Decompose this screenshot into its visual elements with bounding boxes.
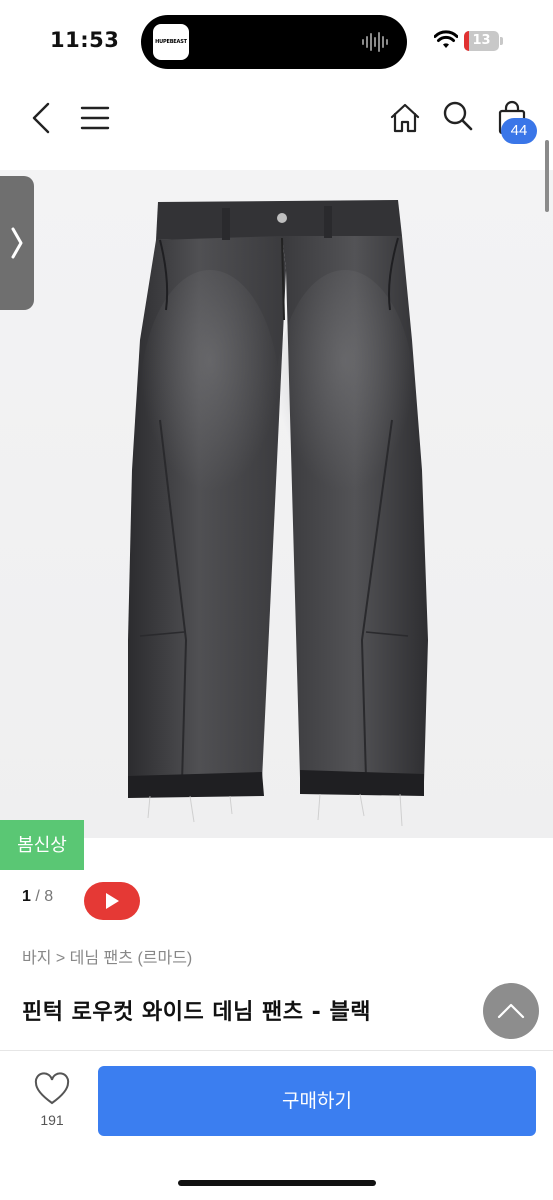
- buy-button[interactable]: 구매하기: [98, 1066, 536, 1136]
- dynamic-island: HUPEBEAST: [141, 15, 407, 69]
- back-button[interactable]: [24, 98, 58, 138]
- video-play-button[interactable]: [84, 882, 140, 920]
- image-current: 1: [22, 888, 31, 905]
- product-title: 핀턱 로우컷 와이드 데님 팬츠 - 블랙: [22, 1000, 371, 1025]
- menu-button[interactable]: [76, 98, 114, 138]
- scroll-indicator: [545, 140, 549, 212]
- new-arrival-badge: 봄신상: [0, 820, 84, 870]
- search-icon: [443, 101, 473, 131]
- battery-icon: 13: [464, 31, 504, 51]
- like-count: 191: [40, 1112, 64, 1128]
- scroll-to-top-button[interactable]: [483, 983, 539, 1039]
- product-image[interactable]: [0, 170, 553, 838]
- image-separator: /: [30, 888, 45, 905]
- breadcrumb[interactable]: 바지 > 데님 팬츠 (르마드): [22, 944, 192, 968]
- play-icon: [106, 893, 119, 909]
- heart-icon: [34, 1072, 70, 1105]
- cart-count-badge: 44: [501, 118, 537, 144]
- status-bar: 11:53 HUPEBEAST 13: [0, 0, 553, 84]
- chevron-right-icon: [11, 227, 23, 259]
- top-nav-bar: [0, 84, 553, 170]
- home-button[interactable]: [386, 98, 424, 138]
- home-indicator: [178, 1180, 376, 1186]
- image-total: 8: [44, 888, 54, 905]
- search-button[interactable]: [439, 96, 477, 136]
- denim-pants-image: [128, 200, 428, 827]
- side-panel-tab[interactable]: [0, 176, 34, 310]
- island-app-icon: HUPEBEAST: [153, 24, 189, 60]
- audio-wave-icon: [362, 32, 388, 52]
- like-button[interactable]: 191: [22, 1072, 82, 1134]
- status-time: 11:53: [50, 28, 120, 52]
- wifi-icon: [434, 30, 458, 48]
- home-icon: [390, 103, 420, 133]
- battery-level: 13: [472, 33, 491, 48]
- image-counter: 1 / 8: [22, 888, 53, 906]
- chevron-left-icon: [32, 102, 50, 134]
- menu-icon: [80, 106, 110, 130]
- chevron-up-icon: [497, 1003, 525, 1019]
